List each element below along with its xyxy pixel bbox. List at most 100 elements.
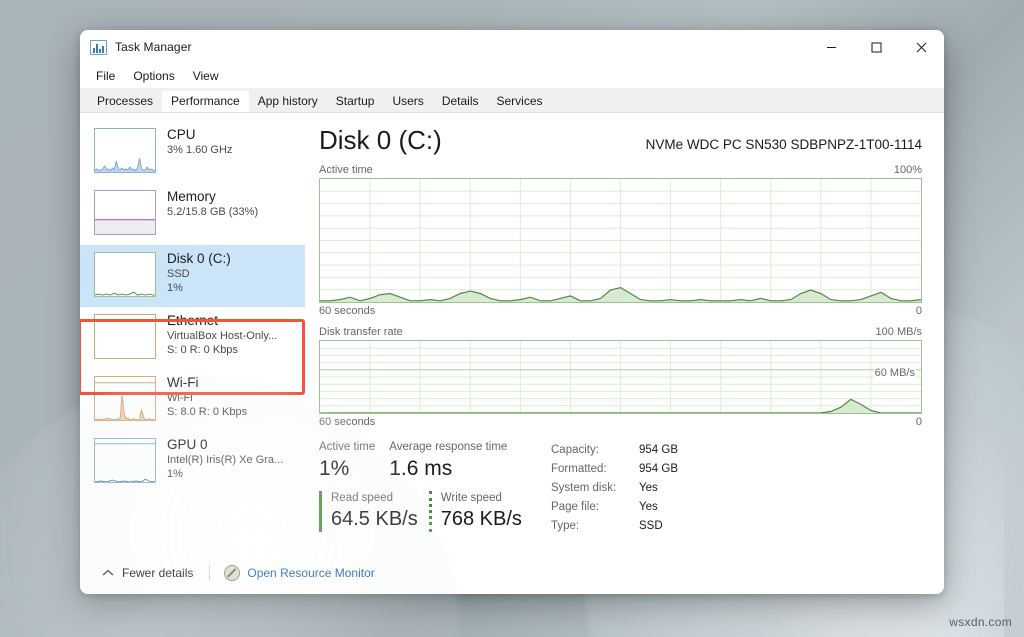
wifi-title: Wi-Fi (167, 375, 199, 390)
ethernet-title: Ethernet (167, 313, 219, 328)
sidebar-item-disk-0[interactable]: Disk 0 (C:) SSD 1% (80, 245, 305, 307)
stat-write-speed: Write speed 768 KB/s (428, 491, 522, 532)
stat-read-speed-label: Read speed (331, 492, 394, 504)
property-capacity-key: Capacity: (551, 444, 599, 456)
close-icon[interactable] (899, 30, 944, 64)
active-time-chart-axis: 60 seconds 0 (319, 305, 922, 317)
sidebar-item-memory[interactable]: Memory 5.2/15.8 GB (33%) (80, 183, 305, 245)
property-formatted: Formatted: 954 GB (551, 460, 678, 479)
desktop-background: Task Manager File Options View Processes… (0, 0, 1024, 637)
memory-text: Memory 5.2/15.8 GB (33%) (167, 188, 258, 219)
resource-sidebar: CPU 3% 1.60 GHz Memory 5.2/15.8 GB (33%) (80, 113, 305, 552)
property-type: Type: SSD (551, 517, 678, 536)
property-page-file-key: Page file: (551, 501, 599, 513)
disk-stats: Active time 1% Average response time 1.6… (319, 440, 922, 536)
resource-monitor-icon (224, 565, 241, 581)
stat-response-time-value: 1.6 ms (389, 457, 453, 480)
transfer-rate-x-right: 0 (915, 416, 922, 428)
tab-performance[interactable]: Performance (162, 91, 249, 112)
performance-detail-panel: Disk 0 (C:) NVMe WDC PC SN530 SDBPNPZ-1T… (305, 113, 944, 552)
property-formatted-value: 954 GB (639, 463, 678, 475)
stat-write-speed-label: Write speed (440, 492, 502, 504)
window-body: CPU 3% 1.60 GHz Memory 5.2/15.8 GB (33%) (80, 113, 944, 552)
stat-write-speed-value: 768 KB/s (440, 508, 522, 530)
property-system-disk-key: System disk: (551, 482, 617, 494)
disk-stats-primary: Active time 1% Average response time 1.6… (319, 440, 551, 536)
chevron-up-icon (102, 569, 114, 577)
menu-options[interactable]: Options (125, 67, 182, 85)
transfer-rate-chart: 60 MB/s (319, 340, 922, 414)
transfer-rate-inline-label: 60 MB/s (873, 367, 916, 379)
page-title: Disk 0 (C:) (319, 125, 442, 155)
memory-title: Memory (167, 189, 216, 204)
disk-stats-row-2: Read speed 64.5 KB/s Write speed 768 KB/… (319, 491, 551, 532)
transfer-rate-chart-title: Disk transfer rate (319, 326, 403, 338)
stat-read-speed-value: 64.5 KB/s (331, 508, 418, 530)
cpu-text: CPU 3% 1.60 GHz (167, 126, 232, 157)
stat-response-time-label: Average response time (389, 441, 508, 453)
transfer-rate-chart-max: 100 MB/s (875, 326, 922, 338)
disk-title: Disk 0 (C:) (167, 251, 231, 266)
window-footer: Fewer details Open Resource Monitor (80, 552, 944, 594)
disk-sub-type: SSD (167, 268, 190, 280)
fewer-details-label: Fewer details (122, 566, 194, 580)
wifi-text: Wi-Fi Wi-Fi S: 8.0 R: 0 Kbps (167, 374, 247, 419)
memory-mini-graph (94, 190, 156, 235)
tab-services[interactable]: Services (488, 91, 552, 112)
maximize-icon[interactable] (854, 30, 899, 64)
ethernet-sub-rate: S: 0 R: 0 Kbps (167, 344, 238, 356)
disk-properties: Capacity: 954 GB Formatted: 954 GB Syste… (551, 440, 678, 536)
property-system-disk-value: Yes (639, 482, 658, 494)
gpu-sub-usage: 1% (167, 468, 183, 480)
active-time-chart-title: Active time (319, 164, 373, 176)
stat-response-time: Average response time 1.6 ms (389, 440, 521, 482)
fewer-details-button[interactable]: Fewer details (96, 562, 199, 584)
property-page-file: Page file: Yes (551, 498, 678, 517)
detail-header: Disk 0 (C:) NVMe WDC PC SN530 SDBPNPZ-1T… (319, 125, 922, 155)
menu-file[interactable]: File (88, 67, 123, 85)
ethernet-mini-graph (94, 314, 156, 359)
disk-sub-usage: 1% (167, 282, 183, 294)
sidebar-item-gpu-0[interactable]: GPU 0 Intel(R) Iris(R) Xe Gra... 1% (80, 431, 305, 493)
stat-read-speed: Read speed 64.5 KB/s (319, 491, 418, 532)
tab-app-history[interactable]: App history (249, 91, 327, 112)
property-page-file-value: Yes (639, 501, 658, 513)
tab-bar: Processes Performance App history Startu… (80, 88, 944, 113)
tab-users[interactable]: Users (383, 91, 432, 112)
task-manager-chart-icon (90, 39, 107, 55)
transfer-rate-chart-axis: 60 seconds 0 (319, 416, 922, 428)
sidebar-item-cpu[interactable]: CPU 3% 1.60 GHz (80, 121, 305, 183)
property-type-value: SSD (639, 520, 663, 532)
minimize-icon[interactable] (809, 30, 854, 64)
title-bar-left: Task Manager (80, 39, 192, 55)
property-type-key: Type: (551, 520, 580, 532)
disk-stats-row-1: Active time 1% Average response time 1.6… (319, 440, 551, 482)
task-manager-window: Task Manager File Options View Processes… (80, 30, 944, 594)
tab-startup[interactable]: Startup (327, 91, 384, 112)
cpu-title: CPU (167, 127, 196, 142)
gpu-text: GPU 0 Intel(R) Iris(R) Xe Gra... 1% (167, 436, 283, 481)
disk-mini-graph (94, 252, 156, 297)
disk-model-label: NVMe WDC PC SN530 SDBPNPZ-1T00-1114 (645, 137, 922, 152)
transfer-rate-chart-labels: Disk transfer rate 100 MB/s (319, 326, 922, 338)
tab-processes[interactable]: Processes (88, 91, 162, 112)
title-bar: Task Manager (80, 30, 944, 64)
open-resource-monitor-link[interactable]: Open Resource Monitor (220, 562, 378, 584)
menu-view[interactable]: View (185, 67, 227, 85)
sidebar-item-ethernet[interactable]: Ethernet VirtualBox Host-Only... S: 0 R:… (80, 307, 305, 369)
active-time-chart-labels: Active time 100% (319, 164, 922, 176)
sidebar-item-wifi[interactable]: Wi-Fi Wi-Fi S: 8.0 R: 0 Kbps (80, 369, 305, 431)
active-time-chart-max: 100% (893, 164, 922, 176)
menu-bar: File Options View (80, 64, 944, 88)
wifi-sub-adapter: Wi-Fi (167, 392, 193, 404)
gpu-mini-graph (94, 438, 156, 483)
ethernet-sub-adapter: VirtualBox Host-Only... (167, 330, 278, 342)
property-formatted-key: Formatted: (551, 463, 607, 475)
site-watermark: wsxdn.com (949, 615, 1012, 629)
disk-text: Disk 0 (C:) SSD 1% (167, 250, 231, 295)
transfer-rate-x-left: 60 seconds (319, 416, 376, 428)
property-capacity: Capacity: 954 GB (551, 441, 678, 460)
active-time-x-left: 60 seconds (319, 305, 376, 317)
active-time-chart (319, 178, 922, 303)
tab-details[interactable]: Details (433, 91, 488, 112)
